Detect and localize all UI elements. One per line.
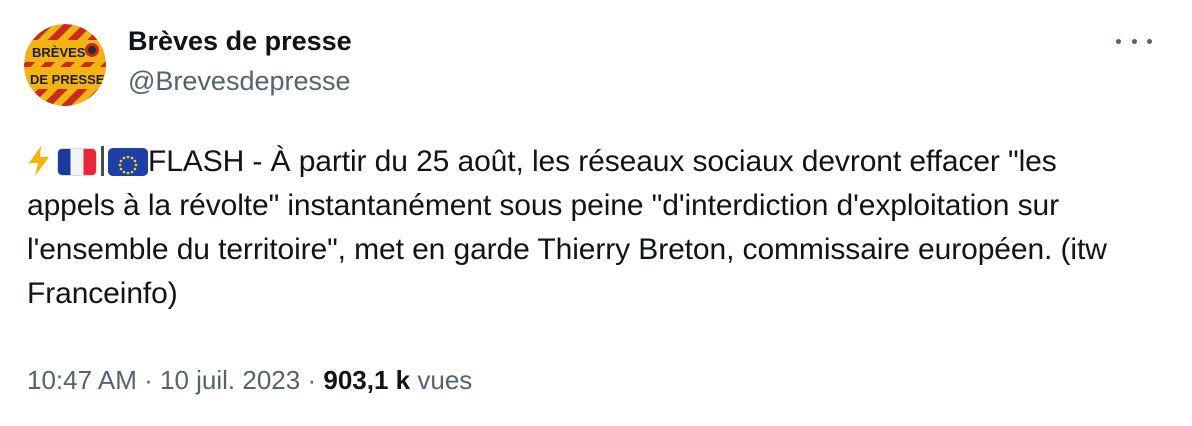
more-options-button[interactable] (1116, 34, 1152, 48)
tweet-card: BRÈVES DE PRESSE Brèves de presse @Breve… (0, 0, 1192, 426)
tweet-text: FLASH - À partir du 25 août, les réseaux… (27, 145, 1107, 310)
more-dot-icon (1131, 38, 1137, 44)
avatar-text-line2: DE PRESSE (30, 72, 105, 87)
meta-separator: · (307, 365, 317, 395)
france-flag-icon (57, 148, 97, 176)
author-handle[interactable]: @Brevesdepresse (128, 64, 352, 98)
views-count: 903,1 k (323, 365, 411, 395)
tweet-time[interactable]: 10:47 AM (27, 365, 137, 395)
eu-flag-icon (108, 148, 148, 176)
separator (101, 146, 104, 176)
tweet-meta: 10:47 AM · 10 juil. 2023 · 903,1 k vues (27, 362, 472, 398)
author-display-name[interactable]: Brèves de presse (128, 24, 352, 58)
views-label: vues (417, 365, 473, 395)
avatar-text-line1: BRÈVES (32, 45, 86, 60)
more-dot-icon (1147, 38, 1152, 44)
high-voltage-icon (29, 146, 49, 176)
more-dot-icon (1116, 38, 1121, 44)
emoji-prefix (27, 145, 148, 178)
avatar[interactable]: BRÈVES DE PRESSE (24, 24, 106, 106)
meta-separator: · (144, 365, 153, 395)
tweet-text-block: FLASH - À partir du 25 août, les réseaux… (27, 140, 1147, 316)
avatar-logo: BRÈVES DE PRESSE (24, 24, 106, 106)
tweet-date[interactable]: 10 juil. 2023 (160, 365, 300, 395)
author-block: Brèves de presse @Brevesdepresse (128, 24, 352, 98)
